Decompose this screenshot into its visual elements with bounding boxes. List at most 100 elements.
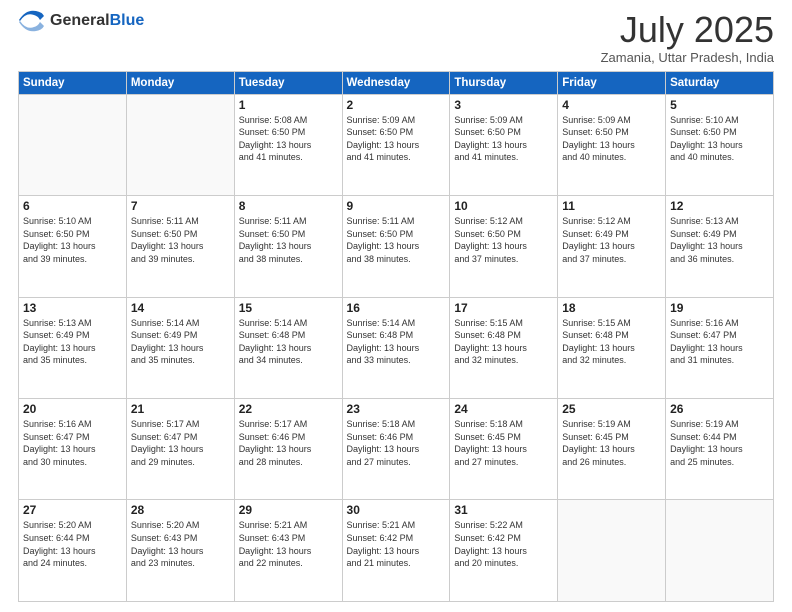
calendar-cell: 22 Sunrise: 5:17 AMSunset: 6:46 PMDayligh…: [234, 399, 342, 500]
day-number: 19: [670, 301, 769, 315]
day-info: Sunrise: 5:16 AMSunset: 6:47 PMDaylight:…: [670, 317, 769, 367]
calendar-cell: 28 Sunrise: 5:20 AMSunset: 6:43 PMDayligh…: [126, 500, 234, 602]
day-info: Sunrise: 5:18 AMSunset: 6:45 PMDaylight:…: [454, 418, 553, 468]
col-saturday: Saturday: [666, 71, 774, 94]
day-info: Sunrise: 5:21 AMSunset: 6:42 PMDaylight:…: [347, 519, 446, 569]
calendar-cell: [126, 94, 234, 195]
day-number: 20: [23, 402, 122, 416]
calendar-week-3: 20Sunrise: 5:16 AMSunset: 6:47 PMDayligh…: [19, 399, 774, 500]
calendar-cell: 18Sunrise: 5:15 AMSunset: 6:48 PMDayligh…: [558, 297, 666, 398]
day-info: Sunrise: 5:10 AMSunset: 6:50 PMDaylight:…: [670, 114, 769, 164]
calendar-cell: 2 Sunrise: 5:09 AMSunset: 6:50 PMDaylight…: [342, 94, 450, 195]
day-number: 22: [239, 402, 338, 416]
day-number: 11: [562, 199, 661, 213]
day-number: 15: [239, 301, 338, 315]
col-friday: Friday: [558, 71, 666, 94]
day-number: 26: [670, 402, 769, 416]
calendar-cell: 26 Sunrise: 5:19 AMSunset: 6:44 PMDayligh…: [666, 399, 774, 500]
day-info: Sunrise: 5:11 AMSunset: 6:50 PMDaylight:…: [131, 215, 230, 265]
col-tuesday: Tuesday: [234, 71, 342, 94]
col-wednesday: Wednesday: [342, 71, 450, 94]
day-number: 30: [347, 503, 446, 517]
day-number: 1: [239, 98, 338, 112]
calendar-cell: [666, 500, 774, 602]
calendar-cell: 27 Sunrise: 5:20 AMSunset: 6:44 PMDayligh…: [19, 500, 127, 602]
day-info: Sunrise: 5:18 AMSunset: 6:46 PMDaylight:…: [347, 418, 446, 468]
day-number: 2: [347, 98, 446, 112]
day-number: 7: [131, 199, 230, 213]
calendar-cell: 10Sunrise: 5:12 AMSunset: 6:50 PMDayligh…: [450, 196, 558, 297]
col-thursday: Thursday: [450, 71, 558, 94]
day-info: Sunrise: 5:21 AMSunset: 6:43 PMDaylight:…: [239, 519, 338, 569]
calendar-cell: 4Sunrise: 5:09 AMSunset: 6:50 PMDaylight…: [558, 94, 666, 195]
day-info: Sunrise: 5:13 AMSunset: 6:49 PMDaylight:…: [670, 215, 769, 265]
calendar-cell: 14 Sunrise: 5:14 AMSunset: 6:49 PMDayligh…: [126, 297, 234, 398]
logo-icon: [18, 10, 46, 32]
header: GeneralBlue July 2025 Zamania, Uttar Pra…: [18, 10, 774, 65]
calendar-cell: 24 Sunrise: 5:18 AMSunset: 6:45 PMDayligh…: [450, 399, 558, 500]
calendar-cell: 16 Sunrise: 5:14 AMSunset: 6:48 PMDayligh…: [342, 297, 450, 398]
calendar-cell: 30 Sunrise: 5:21 AMSunset: 6:42 PMDayligh…: [342, 500, 450, 602]
day-info: Sunrise: 5:20 AMSunset: 6:44 PMDaylight:…: [23, 519, 122, 569]
day-info: Sunrise: 5:19 AMSunset: 6:45 PMDaylight:…: [562, 418, 661, 468]
calendar-cell: 31 Sunrise: 5:22 AMSunset: 6:42 PMDayligh…: [450, 500, 558, 602]
day-info: Sunrise: 5:14 AMSunset: 6:49 PMDaylight:…: [131, 317, 230, 367]
day-number: 14: [131, 301, 230, 315]
day-number: 24: [454, 402, 553, 416]
day-number: 21: [131, 402, 230, 416]
day-number: 17: [454, 301, 553, 315]
day-number: 28: [131, 503, 230, 517]
title-area: July 2025 Zamania, Uttar Pradesh, India: [601, 10, 774, 65]
calendar-cell: 19 Sunrise: 5:16 AMSunset: 6:47 PMDayligh…: [666, 297, 774, 398]
calendar-cell: 17 Sunrise: 5:15 AMSunset: 6:48 PMDayligh…: [450, 297, 558, 398]
calendar-cell: 15 Sunrise: 5:14 AMSunset: 6:48 PMDayligh…: [234, 297, 342, 398]
calendar-cell: 11 Sunrise: 5:12 AMSunset: 6:49 PMDayligh…: [558, 196, 666, 297]
calendar-cell: 8 Sunrise: 5:11 AMSunset: 6:50 PMDaylight…: [234, 196, 342, 297]
day-number: 16: [347, 301, 446, 315]
calendar-cell: [558, 500, 666, 602]
day-info: Sunrise: 5:11 AMSunset: 6:50 PMDaylight:…: [347, 215, 446, 265]
logo-blue: Blue: [110, 12, 145, 29]
day-info: Sunrise: 5:09 AMSunset: 6:50 PMDaylight:…: [454, 114, 553, 164]
subtitle: Zamania, Uttar Pradesh, India: [601, 50, 774, 65]
day-info: Sunrise: 5:09 AMSunset: 6:50 PMDaylight:…: [347, 114, 446, 164]
day-info: Sunrise: 5:13 AMSunset: 6:49 PMDaylight:…: [23, 317, 122, 367]
day-info: Sunrise: 5:09 AMSunset: 6:50 PMDaylight:…: [562, 114, 661, 164]
calendar-cell: 20Sunrise: 5:16 AMSunset: 6:47 PMDayligh…: [19, 399, 127, 500]
day-number: 27: [23, 503, 122, 517]
day-number: 3: [454, 98, 553, 112]
calendar-cell: 25 Sunrise: 5:19 AMSunset: 6:45 PMDayligh…: [558, 399, 666, 500]
day-info: Sunrise: 5:12 AMSunset: 6:49 PMDaylight:…: [562, 215, 661, 265]
day-info: Sunrise: 5:11 AMSunset: 6:50 PMDaylight:…: [239, 215, 338, 265]
calendar-cell: 7 Sunrise: 5:11 AMSunset: 6:50 PMDaylight…: [126, 196, 234, 297]
day-info: Sunrise: 5:19 AMSunset: 6:44 PMDaylight:…: [670, 418, 769, 468]
calendar-week-2: 13 Sunrise: 5:13 AMSunset: 6:49 PMDayligh…: [19, 297, 774, 398]
col-sunday: Sunday: [19, 71, 127, 94]
day-number: 31: [454, 503, 553, 517]
day-number: 8: [239, 199, 338, 213]
day-number: 13: [23, 301, 122, 315]
calendar-cell: 5 Sunrise: 5:10 AMSunset: 6:50 PMDaylight…: [666, 94, 774, 195]
calendar-week-0: 1 Sunrise: 5:08 AMSunset: 6:50 PMDaylight…: [19, 94, 774, 195]
day-number: 25: [562, 402, 661, 416]
calendar-body: 1 Sunrise: 5:08 AMSunset: 6:50 PMDaylight…: [19, 94, 774, 601]
logo: GeneralBlue: [18, 10, 144, 32]
day-number: 29: [239, 503, 338, 517]
day-info: Sunrise: 5:17 AMSunset: 6:46 PMDaylight:…: [239, 418, 338, 468]
col-monday: Monday: [126, 71, 234, 94]
day-info: Sunrise: 5:15 AMSunset: 6:48 PMDaylight:…: [454, 317, 553, 367]
day-number: 6: [23, 199, 122, 213]
day-info: Sunrise: 5:14 AMSunset: 6:48 PMDaylight:…: [347, 317, 446, 367]
day-number: 5: [670, 98, 769, 112]
month-title: July 2025: [601, 10, 774, 50]
day-info: Sunrise: 5:15 AMSunset: 6:48 PMDaylight:…: [562, 317, 661, 367]
day-info: Sunrise: 5:12 AMSunset: 6:50 PMDaylight:…: [454, 215, 553, 265]
logo-general: General: [50, 12, 110, 29]
day-info: Sunrise: 5:08 AMSunset: 6:50 PMDaylight:…: [239, 114, 338, 164]
calendar-table: Sunday Monday Tuesday Wednesday Thursday…: [18, 71, 774, 602]
day-number: 23: [347, 402, 446, 416]
day-info: Sunrise: 5:22 AMSunset: 6:42 PMDaylight:…: [454, 519, 553, 569]
day-info: Sunrise: 5:20 AMSunset: 6:43 PMDaylight:…: [131, 519, 230, 569]
day-info: Sunrise: 5:14 AMSunset: 6:48 PMDaylight:…: [239, 317, 338, 367]
calendar-cell: 23 Sunrise: 5:18 AMSunset: 6:46 PMDayligh…: [342, 399, 450, 500]
